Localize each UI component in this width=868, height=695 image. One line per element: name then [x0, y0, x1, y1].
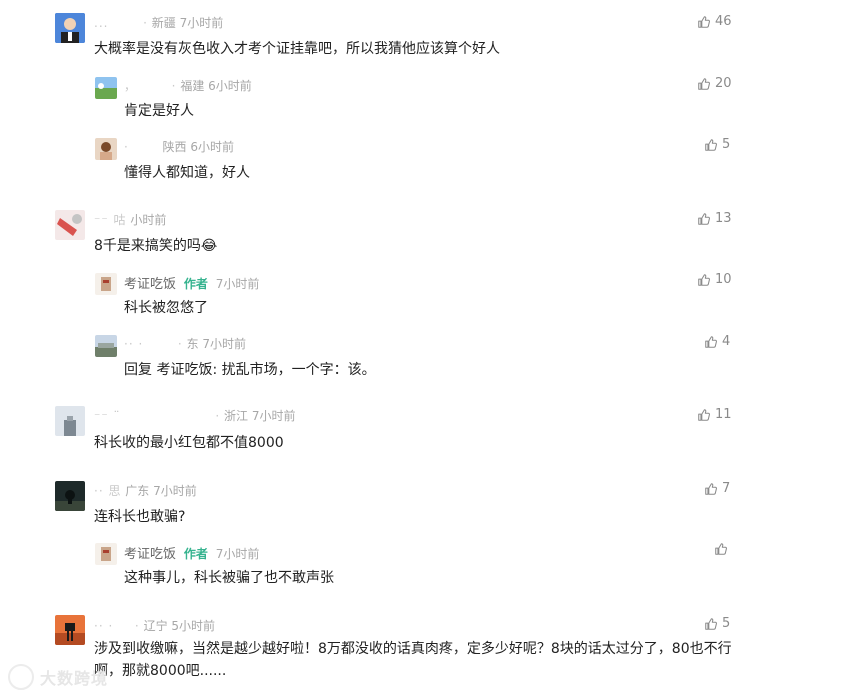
username[interactable]: ·: [124, 140, 129, 154]
comment-text: 这种事儿，科长被骗了也不敢声张: [124, 570, 334, 586]
location: 陕西: [162, 140, 187, 154]
comment-text: 连科长也敢骗?: [94, 509, 186, 525]
thumbs-up-icon: [705, 335, 717, 348]
thumbs-up-icon: [698, 273, 710, 286]
like-count: 20: [715, 76, 732, 91]
username[interactable]: ·· ·: [94, 619, 113, 633]
watermark: 大数跨境: [8, 664, 108, 690]
location: 辽宁: [143, 619, 168, 633]
timestamp: 7小时前: [179, 16, 224, 30]
location: 福建: [180, 79, 205, 93]
thumbs-up-icon: [705, 482, 717, 495]
like-count: 46: [715, 14, 732, 29]
like-button[interactable]: 10: [697, 272, 732, 287]
like-count: 4: [722, 334, 731, 349]
timestamp: 7小时前: [215, 547, 260, 561]
comment-meta: ·· 思 广东 7小时前: [94, 482, 197, 499]
like-button[interactable]: [714, 542, 732, 556]
watermark-logo-icon: [8, 664, 34, 690]
author-badge: 作者: [183, 277, 208, 291]
thumbs-up-icon: [705, 138, 717, 151]
comment-meta: 考证吃饭 作者 7小时前: [124, 273, 259, 292]
like-button[interactable]: 11: [697, 407, 732, 422]
username[interactable]: 考证吃饭: [124, 277, 176, 292]
username[interactable]: ⁻⁻ 咕: [94, 213, 126, 227]
avatar[interactable]: [95, 273, 117, 295]
timestamp: 7小时前: [202, 337, 247, 351]
like-count: 11: [715, 407, 732, 422]
like-button[interactable]: 7: [704, 481, 730, 496]
username[interactable]: ·· 思: [94, 484, 121, 498]
avatar[interactable]: [55, 210, 85, 240]
location: 新疆: [151, 16, 176, 30]
like-count: 5: [722, 616, 731, 631]
location: 东: [186, 337, 199, 351]
avatar[interactable]: [55, 615, 85, 645]
like-button[interactable]: 13: [697, 211, 732, 226]
avatar[interactable]: [55, 406, 85, 436]
like-count: 7: [722, 481, 731, 496]
thumbs-up-icon: [698, 15, 710, 28]
username[interactable]: ⁻⁻ ¨: [94, 409, 120, 423]
timestamp: 7小时前: [153, 484, 197, 498]
thumbs-up-icon: [698, 77, 710, 90]
comment-text: 科长被忽悠了: [124, 300, 208, 316]
comment-text: 回复 考证吃饭: 扰乱市场，一个字：该。: [124, 362, 376, 378]
avatar[interactable]: [55, 13, 85, 43]
like-button[interactable]: 46: [697, 14, 732, 29]
username[interactable]: ，: [124, 79, 137, 93]
comment-text: 肯定是好人: [124, 103, 194, 119]
comment-text: 懂得人都知道，好人: [124, 165, 250, 181]
like-count: 5: [722, 137, 731, 152]
location: 浙江: [223, 409, 248, 423]
comment-meta: ·· · · 辽宁 5小时前: [94, 619, 216, 633]
timestamp: 小时前: [130, 213, 167, 227]
like-button[interactable]: 20: [697, 76, 732, 91]
avatar[interactable]: [95, 138, 117, 160]
timestamp: 7小时前: [251, 409, 296, 423]
thumbs-up-icon: [705, 617, 717, 630]
comment-meta: ... · 新疆 7小时前: [94, 16, 224, 30]
comment-meta: · 陕西 6小时前: [124, 138, 234, 155]
username[interactable]: ·· ·: [124, 337, 143, 351]
like-button[interactable]: 5: [704, 616, 730, 631]
timestamp: 6小时前: [190, 140, 234, 154]
like-count: 10: [715, 272, 732, 287]
comment-text: 科长收的最小红包都不值8000: [94, 435, 284, 451]
username[interactable]: 考证吃饭: [124, 547, 176, 562]
location: 广东: [125, 484, 150, 498]
watermark-text: 大数跨境: [40, 669, 109, 688]
timestamp: 5小时前: [171, 619, 216, 633]
avatar[interactable]: [55, 481, 85, 511]
thumbs-up-icon: [698, 212, 710, 225]
thumbs-up-icon: [698, 408, 710, 421]
like-button[interactable]: 4: [704, 334, 730, 349]
avatar[interactable]: [95, 543, 117, 565]
username[interactable]: ...: [94, 16, 108, 30]
like-count: 13: [715, 211, 732, 226]
avatar[interactable]: [95, 77, 117, 99]
comment-meta: 考证吃饭 作者 7小时前: [124, 543, 259, 562]
like-button[interactable]: 5: [704, 137, 730, 152]
timestamp: 6小时前: [208, 79, 252, 93]
comment-text: 8千是来搞笑的吗😂: [94, 238, 218, 254]
comment-meta: ·· · · 东 7小时前: [124, 337, 247, 351]
comment-text: 大概率是没有灰色收入才考个证挂靠吧，所以我猜他应该算个好人: [94, 41, 500, 57]
author-badge: 作者: [183, 547, 208, 561]
thumbs-up-icon: [715, 543, 727, 555]
comment-text: 涉及到收缴嘛，当然是越少越好啦！8万都没收的话真肉疼，定多少好呢？8块的话太过分…: [94, 641, 732, 679]
timestamp: 7小时前: [215, 277, 260, 291]
avatar[interactable]: [95, 335, 117, 357]
comment-meta: ， · 福建 6小时前: [124, 79, 252, 93]
comment-meta: ⁻⁻ ¨ · 浙江 7小时前: [94, 409, 296, 423]
comment-meta: ⁻⁻ 咕 小时前: [94, 211, 166, 228]
